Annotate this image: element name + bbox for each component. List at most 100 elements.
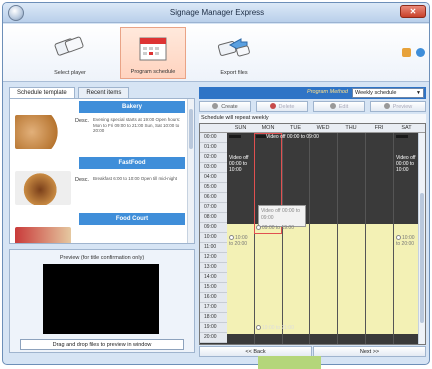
program-method-label: Program Method <box>307 89 348 95</box>
player-icon <box>54 36 84 56</box>
hour-label: 02:00 <box>200 153 227 163</box>
hour-label: 00:00 <box>200 133 227 143</box>
event-mon-on: 09:00 to 19:00 <box>256 225 336 231</box>
delete-button[interactable]: Delete <box>256 101 308 112</box>
event-sun-off: Video off 00:00 to 10:00 <box>229 155 249 173</box>
hour-label: 01:00 <box>200 143 227 153</box>
day-header-wed: WED <box>316 125 330 131</box>
video-off-evening <box>227 334 420 344</box>
window-title: Signage Manager Express <box>169 8 265 17</box>
scroll-thumb[interactable] <box>420 193 424 323</box>
hour-label: 05:00 <box>200 183 227 193</box>
title-bar: Signage Manager Express ✕ <box>3 3 429 23</box>
program-method-select[interactable]: Weekly schedule ▼ <box>352 88 424 98</box>
day-divider <box>282 133 283 344</box>
preview-screen <box>43 264 159 334</box>
template-item-bakery[interactable]: Bakery Desc. Evening special starts at 1… <box>13 101 187 153</box>
info-icon[interactable] <box>402 48 412 57</box>
event-handle[interactable] <box>229 135 241 138</box>
event-tooltip: Video off 00:00 to 09:00 <box>258 205 306 227</box>
highlight-strip <box>258 356 321 369</box>
day-header-sun: SUN <box>234 125 247 131</box>
grid-header: SUN MON TUE WED THU FRI SAT <box>200 124 425 133</box>
day-header-sat: SAT <box>401 125 412 131</box>
hour-label: 16:00 <box>200 293 227 303</box>
template-panel: Schedule template Recent items Bakery De… <box>9 87 195 355</box>
hour-label: 18:00 <box>200 313 227 323</box>
event-mon-evening: 19:00 to 21:00 <box>256 325 336 331</box>
chevron-down-icon: ▼ <box>416 90 421 96</box>
top-right-icons <box>399 48 425 59</box>
next-button[interactable]: Next >> <box>313 346 426 357</box>
template-name: Bakery <box>79 101 185 113</box>
template-name: FastFood <box>79 157 185 169</box>
schedule-actions: Create Delete Edit Preview <box>199 101 426 112</box>
day-divider <box>365 133 366 344</box>
clock-icon <box>396 235 401 240</box>
template-scrollbar[interactable] <box>187 99 194 243</box>
event-handle[interactable] <box>256 135 266 138</box>
create-button[interactable]: Create <box>199 101 251 112</box>
event-mon-on-text: 09:00 to 19:00 <box>262 225 294 231</box>
schedule-panel: Program Method Weekly schedule ▼ Create … <box>199 87 426 357</box>
program-schedule-label: Program schedule <box>130 69 176 75</box>
template-desc-label: Desc. <box>75 177 90 183</box>
template-item-food-court[interactable]: Food Court <box>13 213 187 243</box>
help-icon[interactable] <box>416 48 425 57</box>
delete-icon <box>269 103 276 109</box>
calendar-icon <box>139 37 167 61</box>
create-label: Create <box>221 104 238 110</box>
event-sat-off: Video off 00:00 to 10:00 <box>396 155 416 173</box>
select-player-label: Select player <box>54 70 86 76</box>
hour-label: 10:00 <box>200 233 227 243</box>
repeat-notice: Schedule will repeat weekly <box>199 114 426 123</box>
day-divider <box>309 133 310 344</box>
hour-label: 11:00 <box>200 243 227 253</box>
weekly-schedule-grid[interactable]: SUN MON TUE WED THU FRI SAT 00:00 01:00 … <box>199 123 426 345</box>
delete-label: Delete <box>278 104 295 110</box>
food-court-image <box>15 227 71 243</box>
preview-drop-zone[interactable]: Drag and drop files to preview in window <box>20 339 184 350</box>
day-divider <box>337 133 338 344</box>
preview-button[interactable]: Preview <box>370 101 426 112</box>
hour-label: 15:00 <box>200 283 227 293</box>
hour-label: 17:00 <box>200 303 227 313</box>
day-header-thu: THU <box>345 125 357 131</box>
hour-label: 19:00 <box>200 323 227 333</box>
hour-label: 06:00 <box>200 193 227 203</box>
event-sat-on: 10:00 to 20:00 <box>396 235 418 247</box>
tab-recent-items[interactable]: Recent items <box>78 87 130 98</box>
preview-panel: Preview (for title confirmation only) Dr… <box>9 249 195 353</box>
program-method-value: Weekly schedule <box>355 90 397 96</box>
preview-label: Preview <box>392 104 413 110</box>
export-files-button[interactable]: Export files <box>201 27 267 79</box>
close-button[interactable]: ✕ <box>400 5 426 18</box>
tab-schedule-template[interactable]: Schedule template <box>9 87 75 98</box>
bakery-image <box>15 115 71 149</box>
template-tabs: Schedule template Recent items <box>9 87 195 98</box>
export-files-label: Export files <box>220 70 248 76</box>
clock-icon <box>256 225 261 230</box>
template-name: Food Court <box>79 213 185 225</box>
hour-label: 13:00 <box>200 263 227 273</box>
hour-label: 04:00 <box>200 173 227 183</box>
program-method-bar: Program Method Weekly schedule ▼ <box>199 87 426 99</box>
clock-icon <box>229 235 234 240</box>
event-mon-evening-text: 19:00 to 21:00 <box>262 325 294 331</box>
select-player-button[interactable]: Select player <box>37 27 103 79</box>
template-desc: Evening special starts at 19:00 Open hou… <box>93 117 181 133</box>
scroll-thumb[interactable] <box>189 109 193 149</box>
hour-label: 03:00 <box>200 163 227 173</box>
edit-button[interactable]: Edit <box>313 101 365 112</box>
template-item-fastfood[interactable]: FastFood Desc. Breakfast 6:00 to 10:00 O… <box>13 157 187 209</box>
event-handle[interactable] <box>396 135 408 138</box>
create-icon <box>212 103 219 109</box>
hour-label: 09:00 <box>200 223 227 233</box>
video-on-band <box>227 224 420 334</box>
edit-label: Edit <box>338 104 349 110</box>
export-icon <box>217 38 250 57</box>
day-header-tue: TUE <box>290 125 301 131</box>
program-schedule-button[interactable]: Program schedule <box>120 27 186 79</box>
template-list: Bakery Desc. Evening special starts at 1… <box>9 98 195 244</box>
grid-scrollbar[interactable] <box>418 133 425 344</box>
